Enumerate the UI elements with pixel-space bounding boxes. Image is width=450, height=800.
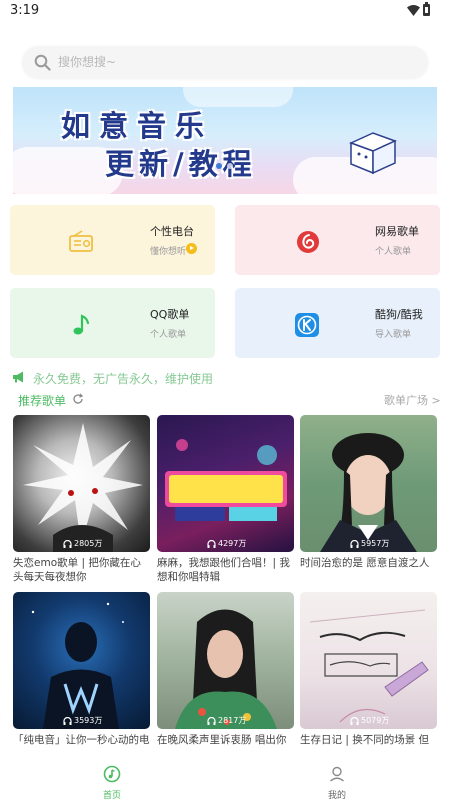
section-title: 推荐歌单: [18, 394, 67, 408]
playlist-cover[interactable]: 2805万: [13, 415, 150, 552]
woman-portrait-artwork: [175, 609, 277, 729]
handwritten-note-artwork: [309, 609, 429, 723]
headphones-icon: [207, 716, 216, 725]
profile-icon: [330, 766, 344, 782]
playlist-title: 时间治愈的是 愿意自渡之人: [300, 557, 430, 569]
card-subtitle: 个人歌单: [375, 247, 412, 257]
headphones-icon: [350, 539, 359, 548]
play-count-value: 5957万: [361, 539, 390, 548]
dj-silhouette-artwork: [31, 602, 124, 729]
playlist-cover[interactable]: 2817万: [157, 592, 294, 729]
carousel-dot[interactable]: [227, 163, 233, 169]
card-kugou-kuwo[interactable]: 酷狗/酷我 导入歌单: [235, 288, 440, 358]
anime-boy-artwork: [23, 423, 143, 552]
notice-text: 永久免费，无广告永久，维护使用: [33, 372, 214, 386]
playlist-cover[interactable]: 5079万: [300, 592, 437, 729]
tab-mine-label: 我的: [327, 791, 346, 800]
megaphone-icon: [13, 371, 23, 383]
search-bar[interactable]: [22, 46, 428, 78]
netease-icon: [297, 231, 319, 253]
banner-title: 如意音乐: [61, 109, 214, 143]
wifi-icon: [407, 5, 420, 16]
play-count-value: 2817万: [218, 716, 247, 725]
play-count: 3593万: [63, 715, 102, 726]
status-bar: 3:19: [0, 0, 450, 22]
tab-home-label: 首页: [102, 791, 121, 800]
tab-mine[interactable]: 我的: [307, 748, 367, 800]
headphones-icon: [63, 539, 72, 548]
banner-subtitle: 更新/教程: [105, 147, 257, 181]
search-input[interactable]: [58, 51, 408, 73]
headphones-icon: [350, 716, 359, 725]
card-title: 网易歌单: [375, 225, 419, 238]
play-count: 2817万: [207, 715, 246, 726]
card-subtitle: 懂你想听: [150, 247, 187, 257]
playlist-square-link[interactable]: 歌单广场 >: [384, 392, 441, 408]
tab-home[interactable]: 首页: [82, 748, 142, 800]
headphones-icon: [207, 539, 216, 548]
bottom-navigation: 首页 我的: [0, 748, 450, 800]
card-personal-radio[interactable]: 个性电台 懂你想听: [10, 205, 215, 275]
card-title: 个性电台: [150, 225, 194, 238]
headphones-icon: [63, 716, 72, 725]
girl-portrait-artwork: [320, 433, 417, 552]
play-count-value: 5079万: [361, 716, 390, 725]
play-count: 5957万: [350, 538, 389, 549]
card-netease-playlist[interactable]: 网易歌单 个人歌单: [235, 205, 440, 275]
play-count-value: 2805万: [74, 539, 103, 548]
search-icon: [34, 54, 51, 71]
playlist-title: 麻麻，我想跟他们合唱！| 我想和你唱特辑: [157, 557, 290, 583]
card-title: 酷狗/酷我: [375, 308, 423, 321]
card-subtitle: 个人歌单: [150, 330, 187, 340]
play-count: 2805万: [63, 538, 102, 549]
status-time: 3:19: [10, 3, 40, 18]
kugou-icon: [295, 313, 319, 337]
play-count-value: 4297万: [218, 539, 247, 548]
carousel-dot-active[interactable]: [216, 163, 222, 169]
playlist-title: 「纯电音」让你一秒心动的电: [13, 734, 150, 746]
playlist-cover[interactable]: 4297万: [157, 415, 294, 552]
playlist-cover[interactable]: 3593万: [13, 592, 150, 729]
card-title: QQ歌单: [150, 308, 190, 321]
qq-music-icon: [73, 314, 90, 335]
play-count: 5079万: [350, 715, 389, 726]
come-sing-artwork: [165, 439, 287, 521]
playlist-title: 失恋emo歌单 | 把你藏在心头每天每夜想你: [13, 557, 141, 583]
cube-character-icon: [349, 132, 397, 175]
refresh-icon[interactable]: [72, 393, 84, 405]
playlist-cover[interactable]: 5957万: [300, 415, 437, 552]
card-qq-playlist[interactable]: QQ歌单 个人歌单: [10, 288, 215, 358]
play-count: 4297万: [207, 538, 246, 549]
battery-icon: [423, 2, 430, 16]
radio-icon: [69, 230, 93, 252]
play-count-value: 3593万: [74, 716, 103, 725]
banner-carousel[interactable]: 如意音乐 更新/教程: [13, 87, 437, 194]
play-arrow-icon[interactable]: [186, 243, 197, 254]
card-subtitle: 导入歌单: [375, 330, 412, 340]
music-disc-icon: [103, 765, 121, 783]
